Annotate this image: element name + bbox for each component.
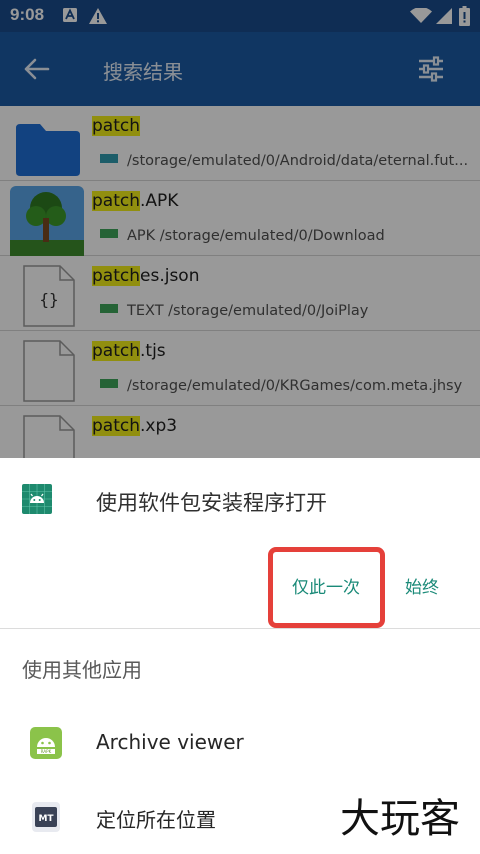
mt-manager-icon: MT xyxy=(32,802,60,832)
just-once-button[interactable]: 仅此一次 xyxy=(270,548,382,628)
android-package-installer-icon xyxy=(22,484,52,514)
sheet-title: 使用软件包安装程序打开 xyxy=(96,491,327,515)
app-option-label: Archive viewer xyxy=(96,730,244,754)
app-option-label: 定位所在位置 xyxy=(96,808,216,832)
always-button[interactable]: 始终 xyxy=(395,548,449,628)
other-apps-label: 使用其他应用 xyxy=(22,658,142,682)
archive-viewer-icon: RAPK xyxy=(30,727,62,759)
app-option-archive-viewer[interactable]: RAPK Archive viewer xyxy=(0,710,480,776)
divider xyxy=(0,628,480,629)
svg-text:MT: MT xyxy=(38,814,54,824)
watermark-text: 大玩客 xyxy=(340,796,460,842)
watermark-logo: 大玩客 xyxy=(340,796,460,842)
svg-text:RAPK: RAPK xyxy=(41,749,52,754)
dim-overlay[interactable] xyxy=(0,0,480,458)
